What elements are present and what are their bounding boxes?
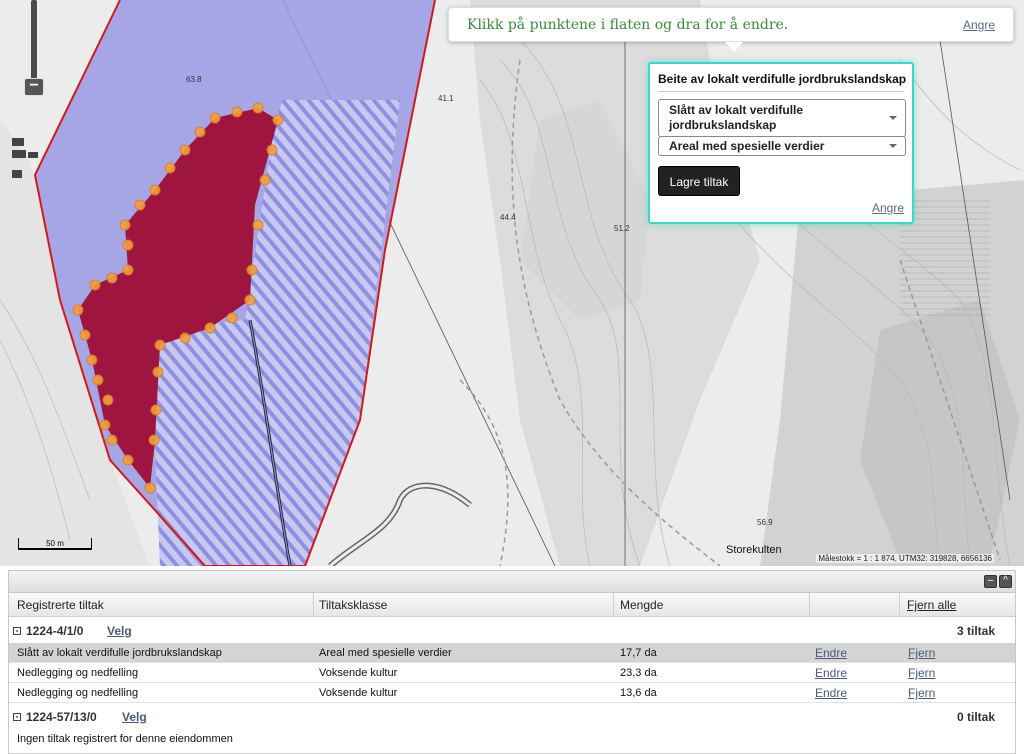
empty-message: Ingen tiltak registrert for denne eiendo…	[17, 733, 233, 745]
property-id: 1224-4/1/0	[26, 624, 84, 638]
elevation-label: 41.1	[438, 94, 454, 103]
row-class: Voksende kultur	[319, 667, 398, 679]
col-registered: Registrerte tiltak	[17, 598, 104, 612]
table-row[interactable]: Nedlegging og nedfelling Voksende kultur…	[9, 663, 1015, 683]
row-class: Voksende kultur	[319, 687, 398, 699]
save-measure-button[interactable]: Lagre tiltak	[658, 166, 740, 196]
measure-select[interactable]: Slått av lokalt verdifulle jordbruksland…	[658, 99, 906, 137]
select-property-link[interactable]: Velg	[107, 624, 132, 638]
edit-hint-bar: Klikk på punktene i flaten og dra for å …	[448, 7, 1014, 52]
edit-link[interactable]: Endre	[815, 686, 847, 700]
row-measure: Slått av lokalt verdifulle jordbruksland…	[17, 647, 222, 659]
row-amount: 23,3 da	[620, 667, 657, 679]
row-measure: Nedlegging og nedfelling	[17, 667, 139, 679]
chevron-down-icon	[889, 144, 897, 148]
class-select[interactable]: Areal med spesielle verdier	[658, 136, 906, 156]
expand-icon[interactable]: ^	[999, 575, 1012, 588]
row-amount: 13,6 da	[620, 687, 657, 699]
remove-link[interactable]: Fjern	[908, 646, 935, 660]
col-amount: Mengde	[620, 598, 664, 612]
property-group: - 1224-57/13/0 Velg 0 tiltak	[9, 703, 1015, 729]
table-row[interactable]: Slått av lokalt verdifulle jordbruksland…	[9, 643, 1015, 663]
measure-count: 0 tiltak	[956, 710, 995, 724]
edit-link[interactable]: Endre	[815, 666, 847, 680]
scale-info: Målestokk = 1 : 1 874, UTM32: 319828, 66…	[816, 554, 994, 563]
chevron-down-icon	[889, 116, 897, 120]
elevation-label: 56.9	[757, 518, 773, 527]
hint-pointer	[725, 42, 743, 52]
zoom-slider[interactable]: −	[24, 0, 44, 96]
measure-select-value: Slått av lokalt verdifulle jordbruksland…	[669, 103, 804, 132]
elevation-label: 51.2	[614, 224, 630, 233]
panel-toolbar: – ^	[9, 571, 1015, 593]
collapse-icon[interactable]: -	[13, 713, 21, 721]
remove-link[interactable]: Fjern	[908, 686, 935, 700]
row-class: Areal med spesielle verdier	[319, 647, 452, 659]
elevation-label: 63.8	[186, 75, 202, 84]
zoom-out-icon[interactable]: −	[24, 78, 44, 96]
collapse-icon[interactable]: -	[13, 627, 21, 635]
row-amount: 17,7 da	[620, 647, 657, 659]
table-header: Registrerte tiltak Tiltaksklasse Mengde …	[9, 593, 1015, 617]
class-select-value: Areal med spesielle verdier	[669, 139, 825, 153]
place-label: Storekulten	[726, 544, 782, 556]
registered-measures-panel: – ^ Registrerte tiltak Tiltaksklasse Men…	[8, 570, 1016, 754]
edit-hint-text: Klikk på punktene i flaten og dra for å …	[467, 17, 789, 33]
table-row[interactable]: Nedlegging og nedfelling Voksende kultur…	[9, 683, 1015, 703]
property-group: - 1224-4/1/0 Velg 3 tiltak	[9, 617, 1015, 643]
elevation-label: 44.4	[500, 213, 516, 222]
hint-undo-link[interactable]: Angre	[963, 18, 995, 32]
scale-bar: 50 m	[18, 538, 92, 550]
measure-popup: Beite av lokalt verdifulle jordbruksland…	[648, 62, 914, 224]
zoom-track[interactable]	[31, 0, 37, 80]
property-id: 1224-57/13/0	[26, 710, 97, 724]
map-view[interactable]: − 63.8 41.1 44.4 51.2 56.9 Storekulten 5…	[0, 0, 1024, 566]
remove-all-link[interactable]: Fjern alle	[907, 598, 956, 612]
popup-undo-link[interactable]: Angre	[872, 201, 904, 215]
popup-divider	[658, 91, 904, 92]
minimize-icon[interactable]: –	[984, 575, 997, 588]
row-measure: Nedlegging og nedfelling	[17, 687, 139, 699]
remove-link[interactable]: Fjern	[908, 666, 935, 680]
col-class: Tiltaksklasse	[319, 598, 388, 612]
select-property-link[interactable]: Velg	[122, 710, 147, 724]
measure-count: 3 tiltak	[956, 624, 995, 638]
empty-message-row: Ingen tiltak registrert for denne eiendo…	[9, 729, 1015, 749]
popup-title: Beite av lokalt verdifulle jordbruksland…	[658, 72, 907, 86]
edit-link[interactable]: Endre	[815, 646, 847, 660]
